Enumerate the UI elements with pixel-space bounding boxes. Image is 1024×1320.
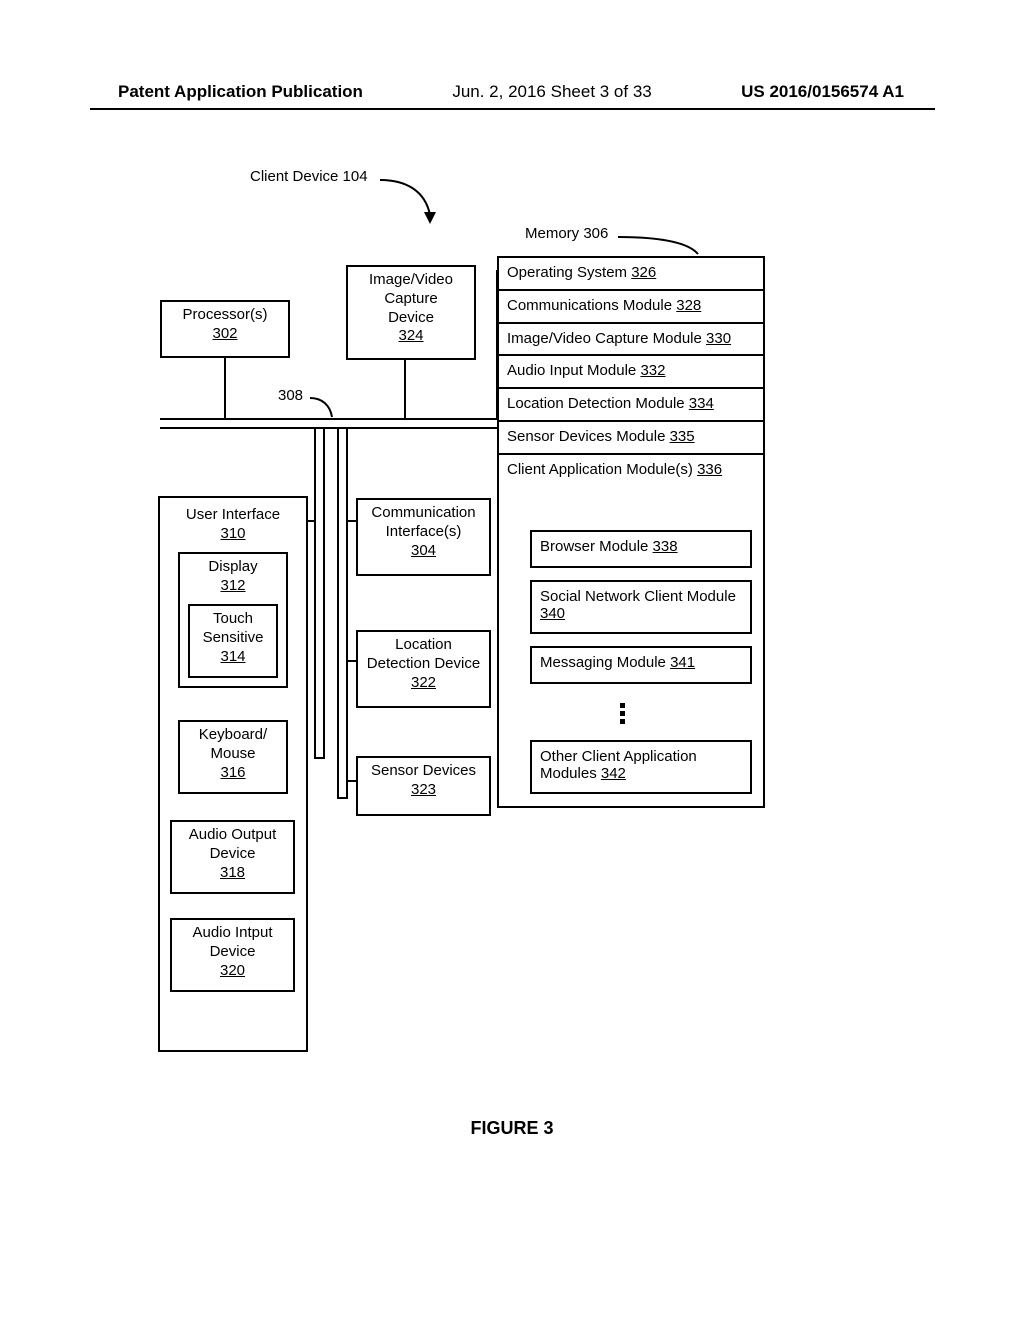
mem-comm: Communications Module 328: [499, 291, 763, 324]
bus-vl-cap: [314, 757, 325, 759]
header-right: US 2016/0156574 A1: [741, 82, 904, 102]
display-num: 312: [220, 577, 245, 594]
loc-conn: [348, 660, 356, 662]
processor-num: 302: [212, 325, 237, 342]
display-group: Display 312 Touch Sensitive 314: [178, 552, 288, 688]
sub-other: Other Client Application Modules 342: [530, 740, 752, 794]
bus-vr2: [346, 429, 348, 799]
touch-title2: Sensitive: [203, 629, 264, 646]
display-title: Display: [208, 558, 257, 575]
capture-box: Image/Video Capture Device 324: [346, 265, 476, 360]
kbm-num: 316: [220, 764, 245, 781]
capture-title3: Device: [388, 309, 434, 326]
sub-snc: Social Network Client Module340: [530, 580, 752, 634]
sensor-conn: [348, 780, 356, 782]
mem-ivcm: Image/Video Capture Module 330: [499, 324, 763, 357]
sensor-title: Sensor Devices: [371, 762, 476, 779]
kbm-title2: Mouse: [210, 745, 255, 762]
mem-cam: Client Application Module(s) 336: [499, 455, 763, 486]
mem-ldm: Location Detection Module 334: [499, 389, 763, 422]
kbm-box: Keyboard/ Mouse 316: [178, 720, 288, 794]
mem-sdm: Sensor Devices Module 335: [499, 422, 763, 455]
bus-top: [160, 418, 498, 420]
bus-vr1: [337, 429, 339, 799]
touch-title1: Touch: [213, 610, 253, 627]
header-rule: [90, 108, 935, 110]
bus-ref-leader: [310, 395, 340, 425]
client-device-leader: [380, 175, 460, 235]
audout-title2: Device: [210, 845, 256, 862]
sub-msg: Messaging Module 341: [530, 646, 752, 684]
audout-num: 318: [220, 864, 245, 881]
audin-title1: Audio Intput: [192, 924, 272, 941]
comm-title2: Interface(s): [386, 523, 462, 540]
kbm-title1: Keyboard/: [199, 726, 267, 743]
mem-os: Operating System 326: [499, 258, 763, 291]
processor-title: Processor(s): [182, 306, 267, 323]
comm-num: 304: [411, 542, 436, 559]
capture-title1: Image/Video: [369, 271, 453, 288]
header-center: Jun. 2, 2016 Sheet 3 of 33: [452, 82, 651, 102]
ui-num: 310: [220, 525, 245, 542]
bus-vl1: [314, 429, 316, 759]
bus-ref-label: 308: [278, 387, 303, 404]
page: Patent Application Publication Jun. 2, 2…: [0, 0, 1024, 1320]
audio-out-box: Audio Output Device 318: [170, 820, 295, 894]
ellipsis-icon: [620, 700, 625, 727]
mem-aim: Audio Input Module 332: [499, 356, 763, 389]
audio-in-box: Audio Intput Device 320: [170, 918, 295, 992]
audin-num: 320: [220, 962, 245, 979]
ui-title: User Interface: [186, 506, 280, 523]
loc-title1: Location: [395, 636, 452, 653]
loc-box: Location Detection Device 322: [356, 630, 491, 708]
memory-label: Memory 306: [525, 225, 608, 242]
header-left: Patent Application Publication: [118, 82, 363, 102]
audout-title1: Audio Output: [189, 826, 277, 843]
bus-vr-cap: [337, 797, 348, 799]
bus-vl2: [323, 429, 325, 759]
loc-title2: Detection Device: [367, 655, 480, 672]
comm-conn: [348, 520, 356, 522]
comm-title1: Communication: [371, 504, 475, 521]
doc-header: Patent Application Publication Jun. 2, 2…: [0, 82, 1024, 102]
audin-title2: Device: [210, 943, 256, 960]
processor-box: Processor(s) 302: [160, 300, 290, 358]
capture-to-bus: [404, 360, 406, 418]
capture-num: 324: [398, 327, 423, 344]
proc-to-bus: [224, 358, 226, 418]
figure-caption: FIGURE 3: [0, 1118, 1024, 1139]
ui-conn: [308, 520, 314, 522]
bus-bottom: [160, 427, 498, 429]
sensor-box: Sensor Devices 323: [356, 756, 491, 816]
capture-title2: Capture: [384, 290, 437, 307]
client-device-label: Client Device 104: [250, 168, 368, 185]
sensor-num: 323: [411, 781, 436, 798]
loc-num: 322: [411, 674, 436, 691]
comm-box: Communication Interface(s) 304: [356, 498, 491, 576]
sub-browser: Browser Module 338: [530, 530, 752, 568]
touch-num: 314: [220, 648, 245, 665]
client-device-arrowhead: [424, 212, 436, 224]
